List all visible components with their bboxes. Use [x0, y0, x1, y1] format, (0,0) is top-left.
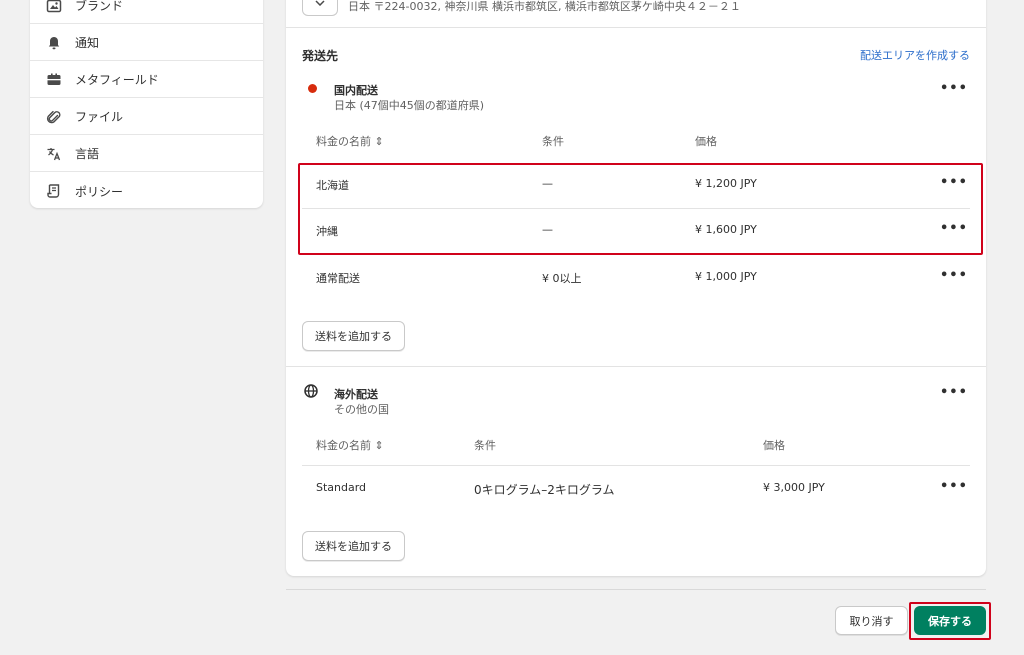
column-header-price: 価格: [763, 439, 785, 452]
sidebar-item-label: 通知: [75, 36, 100, 50]
sidebar-item-label: メタフィールド: [75, 73, 159, 87]
brand-icon: [46, 0, 62, 14]
add-rate-button[interactable]: 送料を追加する: [302, 321, 405, 351]
translate-icon: [46, 146, 62, 162]
zone-subtitle: その他の国: [334, 403, 389, 416]
table-divider: [302, 465, 970, 466]
highlight-box: [298, 163, 983, 255]
column-header-condition: 条件: [474, 439, 496, 452]
sidebar-item-policies[interactable]: ポリシー: [30, 173, 263, 209]
zone-more-button[interactable]: •••: [940, 386, 968, 399]
shipping-profile-card: 日本 〒224-0032, 神奈川県 横浜市都筑区, 横浜市都筑区茅ケ崎中央４２…: [286, 0, 986, 576]
add-rate-button[interactable]: 送料を追加する: [302, 531, 405, 561]
zone-name: 海外配送: [334, 388, 378, 401]
origin-address: 日本 〒224-0032, 神奈川県 横浜市都筑区, 横浜市都筑区茅ケ崎中央４２…: [348, 0, 741, 13]
zone-name: 国内配送: [334, 84, 378, 97]
zone-divider: [286, 366, 986, 367]
settings-sidebar: ブランド 通知 メタフィールド ファイル 言語 ポリシー: [30, 0, 263, 208]
sidebar-item-brand[interactable]: ブランド: [30, 0, 263, 24]
location-button[interactable]: [302, 0, 338, 16]
rate-more-button[interactable]: •••: [940, 480, 968, 493]
column-header-name[interactable]: 料金の名前 ⇕: [316, 437, 384, 453]
origin-address-row: 日本 〒224-0032, 神奈川県 横浜市都筑区, 横浜市都筑区茅ケ崎中央４２…: [286, 0, 986, 28]
rate-price: ¥ 1,000 JPY: [695, 270, 757, 283]
metafield-icon: [46, 72, 62, 88]
rate-name: Standard: [316, 481, 367, 494]
cancel-button[interactable]: 取り消す: [835, 606, 908, 635]
domestic-zone-dot-icon: [308, 84, 317, 93]
sidebar-item-label: ブランド: [75, 0, 124, 13]
rate-more-button[interactable]: •••: [940, 269, 968, 282]
column-header-name[interactable]: 料金の名前 ⇕: [316, 133, 384, 149]
save-highlight-box: [909, 602, 991, 640]
sidebar-item-languages[interactable]: 言語: [30, 136, 263, 172]
create-zone-link[interactable]: 配送エリアを作成する: [860, 47, 970, 63]
footer-divider: [286, 589, 986, 590]
zone-more-button[interactable]: •••: [940, 82, 968, 95]
column-header-price: 価格: [695, 135, 717, 148]
section-title: 発送先: [302, 49, 339, 63]
rate-condition: 0キログラム–2キログラム: [474, 483, 615, 497]
rate-name: 通常配送: [316, 272, 360, 285]
sidebar-item-label: 言語: [75, 147, 100, 161]
sidebar-item-notifications[interactable]: 通知: [30, 25, 263, 61]
column-header-condition: 条件: [542, 135, 564, 148]
sidebar-item-label: ファイル: [75, 110, 124, 124]
globe-icon: [304, 384, 318, 398]
rate-condition: ¥ 0以上: [542, 272, 582, 285]
sidebar-item-metafields[interactable]: メタフィールド: [30, 62, 263, 98]
sidebar-item-label: ポリシー: [75, 184, 124, 199]
sidebar-item-files[interactable]: ファイル: [30, 99, 263, 135]
chevron-down-icon: [315, 0, 325, 9]
rate-price: ¥ 3,000 JPY: [763, 481, 825, 494]
policy-icon: [46, 183, 62, 199]
zone-subtitle: 日本 (47個中45個の都道府県): [334, 99, 485, 112]
bell-icon: [46, 35, 62, 51]
paperclip-icon: [46, 109, 62, 125]
